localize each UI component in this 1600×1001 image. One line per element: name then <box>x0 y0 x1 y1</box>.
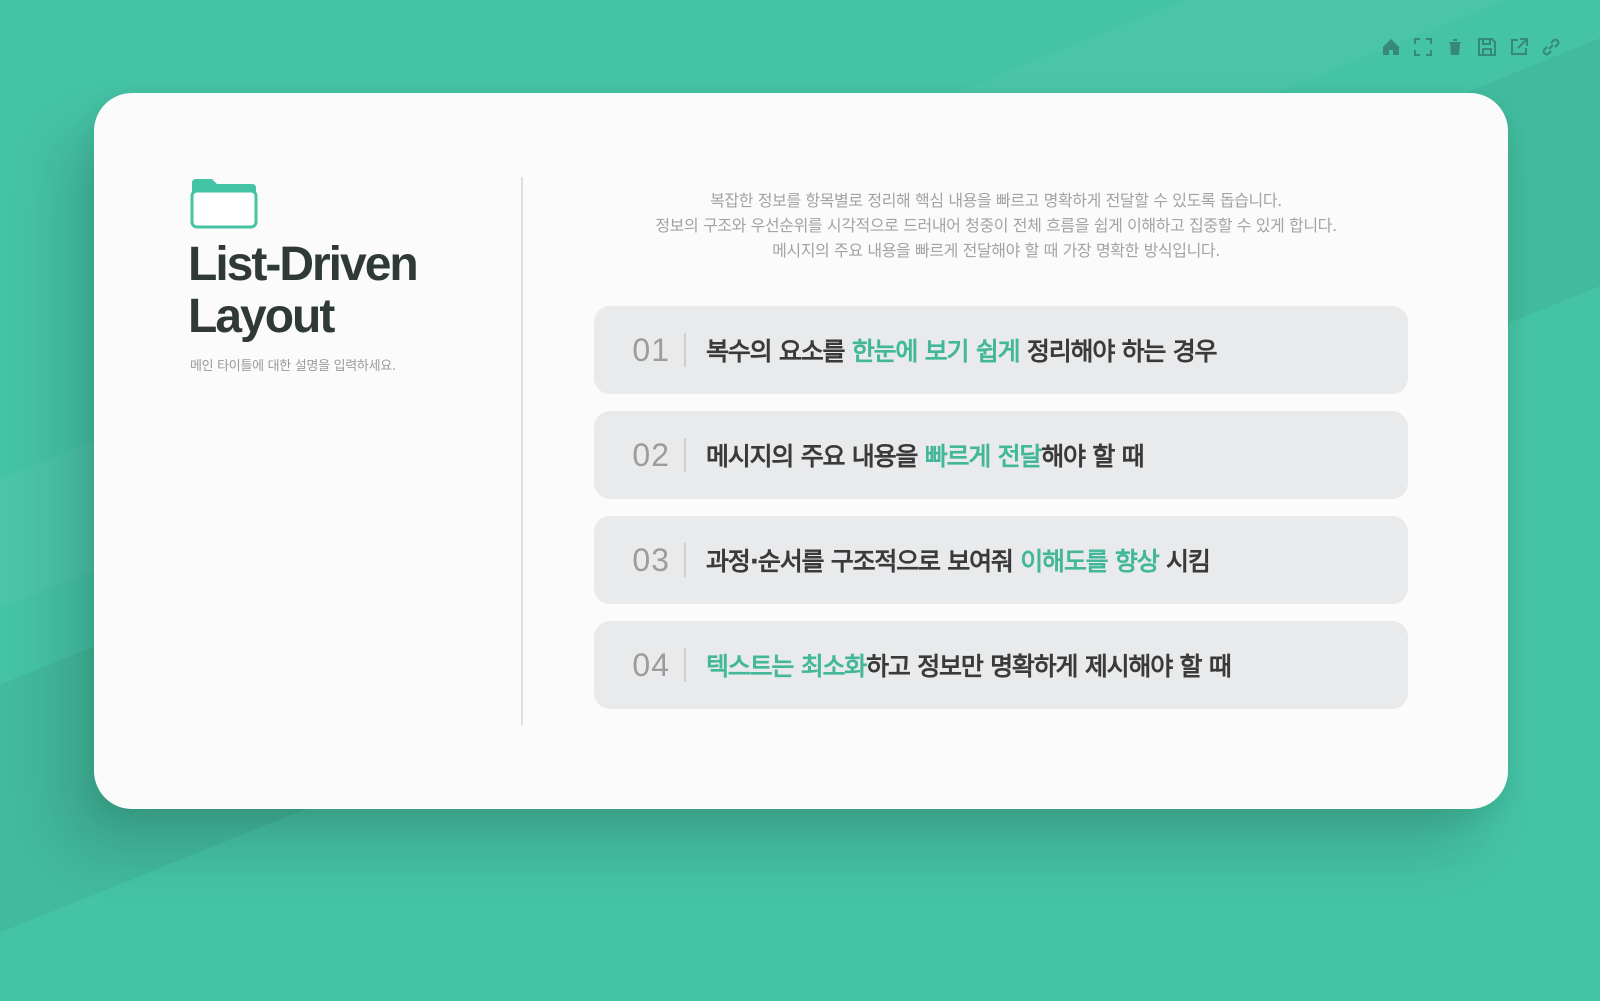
intro-line: 메시지의 주요 내용을 빠르게 전달해야 할 때 가장 명확한 방식입니다. <box>772 241 1220 260</box>
link-icon[interactable] <box>1538 34 1564 60</box>
item-text-post: 해야 할 때 <box>1041 442 1144 471</box>
item-text-highlight: 텍스트는 최소화 <box>706 652 867 681</box>
item-text-pre: 과정·순서를 구조적으로 보여줘 <box>706 547 1021 576</box>
trash-icon[interactable] <box>1442 34 1468 60</box>
list-item: 04 텍스트는 최소화하고 정보만 명확하게 제시해야 할 때 <box>594 621 1408 709</box>
item-separator <box>684 333 686 367</box>
item-text-pre: 메시지의 주요 내용을 <box>706 442 925 471</box>
item-text: 과정·순서를 구조적으로 보여줘 이해도를 향상 시킴 <box>706 542 1211 578</box>
intro-line: 정보의 구조와 우선순위를 시각적으로 드러내어 청중이 전체 흐름을 쉽게 이… <box>655 216 1337 235</box>
page-title: List-Driven Layout <box>188 238 419 343</box>
list-item: 01 복수의 요소를 한눈에 보기 쉽게 정리해야 하는 경우 <box>594 306 1408 394</box>
vertical-divider <box>521 177 523 725</box>
item-separator <box>684 543 686 577</box>
fullscreen-icon[interactable] <box>1410 34 1436 60</box>
item-text-highlight: 이해도를 향상 <box>1020 547 1160 576</box>
item-separator <box>684 438 686 472</box>
page-subtitle: 메인 타이틀에 대한 설명을 입력하세요. <box>190 359 396 374</box>
slide-card: List-Driven Layout 메인 타이틀에 대한 설명을 입력하세요.… <box>94 93 1508 809</box>
item-text-post: 시킴 <box>1158 547 1211 576</box>
list-item: 03 과정·순서를 구조적으로 보여줘 이해도를 향상 시킴 <box>594 516 1408 604</box>
item-number: 04 <box>632 646 670 683</box>
item-text-post: 하고 정보만 명확하게 제시해야 할 때 <box>866 652 1232 681</box>
folder-icon <box>190 177 258 233</box>
list-item: 02 메시지의 주요 내용을 빠르게 전달해야 할 때 <box>594 411 1408 499</box>
list: 01 복수의 요소를 한눈에 보기 쉽게 정리해야 하는 경우 02 메시지의 … <box>594 306 1408 726</box>
item-text-pre: 복수의 요소를 <box>706 337 852 366</box>
item-number: 03 <box>632 541 670 578</box>
item-text-post: 정리해야 하는 경우 <box>1019 337 1218 366</box>
home-icon[interactable] <box>1378 34 1404 60</box>
intro-line: 복잡한 정보를 항목별로 정리해 핵심 내용을 빠르고 명확하게 전달할 수 있… <box>710 191 1282 210</box>
intro-text: 복잡한 정보를 항목별로 정리해 핵심 내용을 빠르고 명확하게 전달할 수 있… <box>590 188 1402 263</box>
item-text: 메시지의 주요 내용을 빠르게 전달해야 할 때 <box>706 437 1145 473</box>
item-number: 02 <box>632 436 670 473</box>
toolbar <box>1378 34 1564 60</box>
item-text: 텍스트는 최소화하고 정보만 명확하게 제시해야 할 때 <box>706 647 1232 683</box>
save-icon[interactable] <box>1474 34 1500 60</box>
item-text: 복수의 요소를 한눈에 보기 쉽게 정리해야 하는 경우 <box>706 332 1218 368</box>
external-link-icon[interactable] <box>1506 34 1532 60</box>
item-number: 01 <box>632 331 670 368</box>
item-separator <box>684 648 686 682</box>
item-text-highlight: 한눈에 보기 쉽게 <box>851 337 1021 366</box>
item-text-highlight: 빠르게 전달 <box>924 442 1043 471</box>
